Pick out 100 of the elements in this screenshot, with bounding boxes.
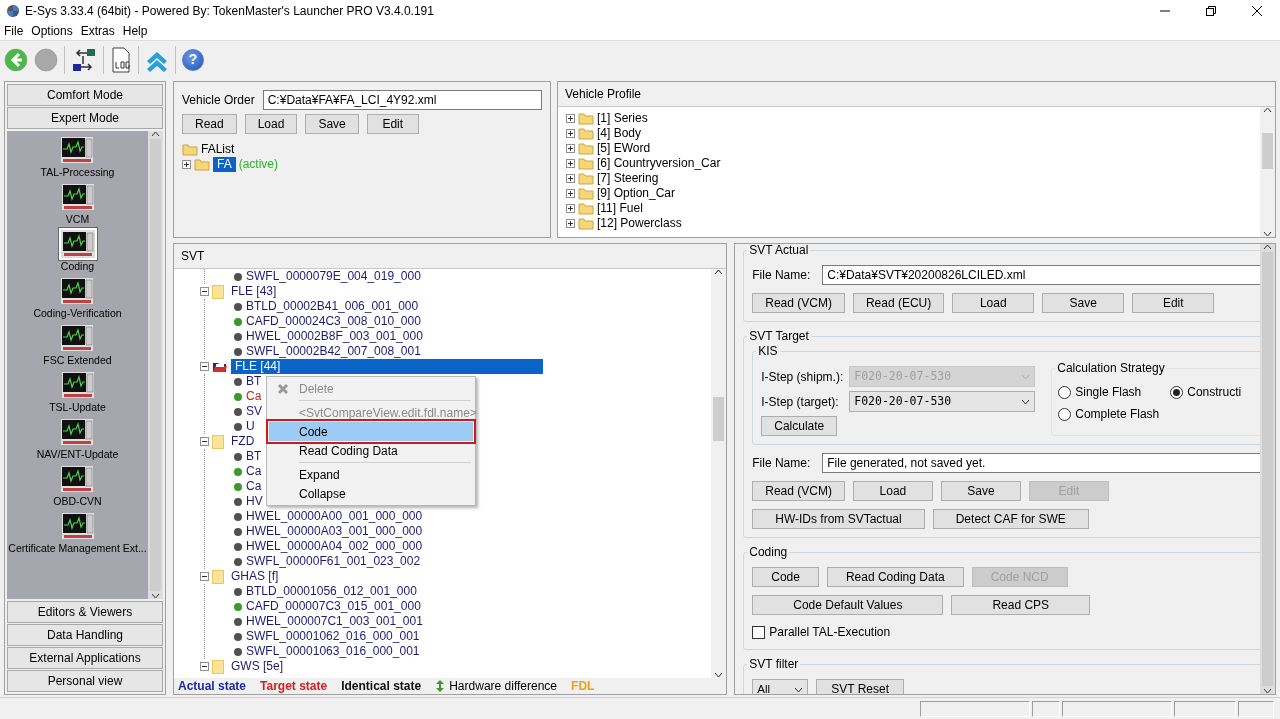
tree-item[interactable]: [5] EWord bbox=[597, 141, 651, 156]
log-file-icon[interactable] bbox=[110, 46, 132, 73]
menu-item[interactable]: Collapse bbox=[269, 484, 473, 503]
tree-item[interactable]: Ca bbox=[246, 479, 262, 494]
sidebar-item[interactable]: TAL-Processing bbox=[40, 166, 115, 179]
scroll-up-icon[interactable] bbox=[1263, 244, 1272, 250]
button[interactable]: Read (VCM) bbox=[752, 293, 845, 313]
sidebar-item[interactable]: NAV/ENT-Update bbox=[36, 448, 119, 461]
step-select[interactable]: F020-20-07-530 bbox=[849, 391, 1036, 412]
menu-item[interactable]: Read Coding Data bbox=[269, 441, 473, 460]
button[interactable]: Load bbox=[244, 114, 298, 134]
radio-button[interactable] bbox=[1058, 407, 1072, 421]
sidebar-item[interactable]: Coding bbox=[60, 260, 95, 273]
radio-button[interactable] bbox=[1170, 385, 1184, 399]
tree-node[interactable]: FZD bbox=[227, 434, 259, 449]
sidebar-item[interactable]: Certificate Management Ext... bbox=[8, 542, 147, 555]
tree-item[interactable]: HWEL_000007C1_003_001_001 bbox=[246, 614, 423, 629]
menu-item[interactable]: Help bbox=[122, 22, 148, 40]
expand-icon[interactable] bbox=[566, 129, 575, 138]
close-icon[interactable] bbox=[1252, 6, 1262, 16]
button[interactable]: SVT Reset bbox=[816, 679, 905, 694]
path-field[interactable]: C:¥Data¥SVT¥20200826LCILED.xml bbox=[822, 265, 1260, 285]
expand-icon[interactable] bbox=[566, 159, 575, 168]
tree-item[interactable]: SWFL_00001063_016_000_001 bbox=[246, 644, 420, 659]
file-name-field[interactable]: File generated, not saved yet. bbox=[822, 453, 1260, 473]
network-icon[interactable] bbox=[71, 46, 97, 73]
button[interactable]: Calculate bbox=[761, 416, 838, 436]
scroll-down-icon[interactable] bbox=[714, 672, 724, 678]
tree-item[interactable]: SV bbox=[246, 404, 262, 419]
tree-node[interactable]: GWS [5e] bbox=[227, 659, 287, 674]
mode-button[interactable]: Comfort Mode bbox=[7, 84, 163, 106]
tree-item[interactable]: Ca bbox=[246, 389, 262, 404]
expand-icon[interactable] bbox=[566, 174, 575, 183]
scroll-up-icon[interactable] bbox=[714, 269, 724, 275]
expand-icon[interactable] bbox=[566, 114, 575, 123]
section-button[interactable]: External Applications bbox=[7, 647, 163, 669]
expand-icon[interactable] bbox=[566, 204, 575, 213]
button[interactable]: HW-IDs from SVTactual bbox=[752, 509, 925, 529]
tree-item[interactable]: HV bbox=[246, 494, 263, 509]
button[interactable]: Read (ECU) bbox=[852, 293, 945, 313]
tree-item[interactable]: CAFD_000024C3_008_010_000 bbox=[246, 314, 421, 329]
checkbox[interactable] bbox=[752, 625, 766, 639]
tree-item[interactable]: BTLD_00001056_012_001_000 bbox=[246, 584, 417, 599]
tree-item[interactable]: SWFL_00000F61_001_023_002 bbox=[246, 554, 421, 569]
button[interactable]: Read Coding Data bbox=[826, 567, 964, 587]
scroll-down-icon[interactable] bbox=[1263, 231, 1272, 237]
tree-item[interactable]: [9] Option_Car bbox=[597, 186, 676, 201]
expand-icon[interactable] bbox=[182, 160, 191, 169]
scroll-up-icon[interactable] bbox=[1263, 107, 1272, 113]
tree-node[interactable]: FLE [43] bbox=[227, 284, 281, 299]
tree-item[interactable]: SWFL_00001062_016_000_001 bbox=[246, 629, 420, 644]
button[interactable]: Read bbox=[182, 114, 237, 134]
collapse-icon[interactable] bbox=[200, 362, 209, 371]
tree-item[interactable]: Ca bbox=[246, 464, 262, 479]
menu-item[interactable]: File bbox=[4, 22, 24, 40]
menu-item[interactable]: Extras bbox=[80, 22, 115, 40]
tree-node[interactable]: FLE [44] bbox=[231, 359, 543, 374]
back-icon[interactable] bbox=[4, 46, 28, 73]
section-button[interactable]: Data Handling bbox=[7, 624, 163, 646]
scroll-down-icon[interactable] bbox=[151, 593, 160, 599]
menu-item[interactable]: Expand bbox=[269, 465, 473, 484]
menu-item[interactable]: Code bbox=[269, 422, 473, 441]
tree-item[interactable]: [1] Series bbox=[597, 111, 648, 126]
button[interactable]: Edit bbox=[1132, 293, 1215, 313]
button[interactable]: Edit bbox=[366, 114, 419, 134]
tree-item[interactable]: FAList bbox=[201, 142, 235, 157]
sidebar-item[interactable]: TSL-Update bbox=[49, 401, 106, 414]
collapse-icon[interactable] bbox=[200, 287, 209, 296]
tree-item[interactable]: SWFL_00002B42_007_008_001 bbox=[246, 344, 421, 359]
tree-item[interactable]: HWEL_00000A00_001_000_000 bbox=[246, 509, 423, 524]
filter-select[interactable]: All bbox=[752, 679, 809, 694]
sidebar-item[interactable]: FSC Extended bbox=[43, 354, 112, 367]
tree-item[interactable]: [11] Fuel bbox=[597, 201, 643, 216]
scroll-down-icon[interactable] bbox=[1263, 688, 1272, 694]
button[interactable]: Save bbox=[305, 114, 359, 134]
tree-item[interactable]: FA bbox=[213, 157, 236, 172]
scroll-up-icon[interactable] bbox=[151, 131, 160, 137]
sidebar-item[interactable]: VCM bbox=[65, 213, 90, 226]
tree-item[interactable]: [4] Body bbox=[597, 126, 642, 141]
button[interactable]: Load bbox=[852, 481, 933, 501]
section-button[interactable]: Editors & Viewers bbox=[7, 601, 163, 623]
tree-node[interactable]: GHAS [f] bbox=[227, 569, 283, 584]
collapse-icon[interactable] bbox=[200, 437, 209, 446]
button[interactable]: Detect CAF for SWE bbox=[932, 509, 1089, 529]
button[interactable]: Save bbox=[1042, 293, 1125, 313]
menu-item[interactable]: Options bbox=[31, 22, 73, 40]
tree-item[interactable]: CAFD_000007C3_015_001_000 bbox=[246, 599, 421, 614]
button[interactable]: Read (VCM) bbox=[752, 481, 845, 501]
tree-item[interactable]: HWEL_00000A04_002_000_000 bbox=[246, 539, 423, 554]
radio-button[interactable] bbox=[1058, 385, 1072, 399]
tree-item[interactable]: BTLD_00002B41_006_001_000 bbox=[246, 299, 419, 314]
tree-item[interactable]: [12] Powerclass bbox=[597, 216, 682, 231]
button[interactable]: Save bbox=[940, 481, 1021, 501]
sidebar-item[interactable]: Coding-Verification bbox=[33, 307, 122, 320]
path-field[interactable]: C:¥Data¥FA¥FA_LCI_4Y92.xml bbox=[262, 90, 542, 110]
tree-item[interactable]: [6] Countryversion_Car bbox=[597, 156, 721, 171]
tree-item[interactable]: BT bbox=[246, 449, 262, 464]
collapse-icon[interactable] bbox=[200, 572, 209, 581]
tree-item[interactable]: U bbox=[246, 419, 255, 434]
button[interactable]: Code bbox=[752, 567, 819, 587]
